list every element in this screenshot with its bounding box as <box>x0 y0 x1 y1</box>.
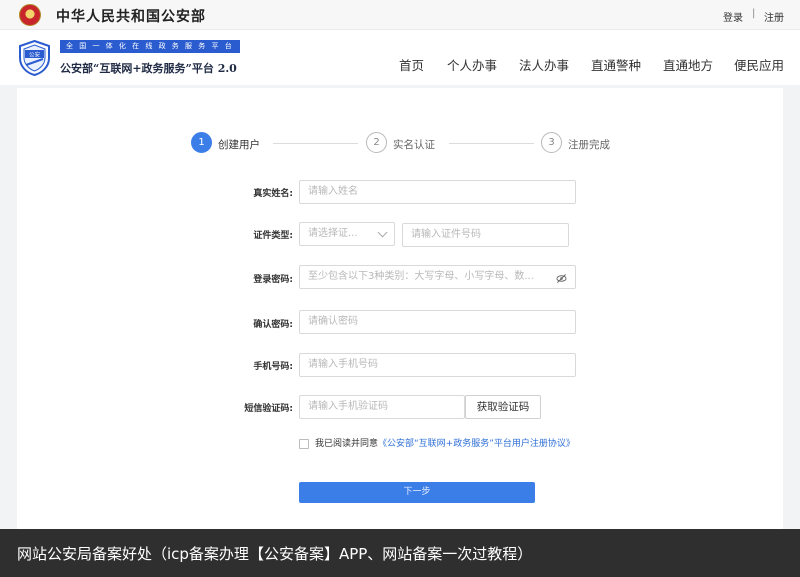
confirm-password-label: 确认密码: <box>253 320 293 330</box>
step-2-label: 实名认证 <box>393 139 435 151</box>
step-1-circle: 1 <box>191 132 212 153</box>
step-connector <box>449 143 534 144</box>
nav-item-local[interactable]: 直通地方 <box>663 55 713 74</box>
nav-item-police[interactable]: 直通警种 <box>591 55 641 74</box>
police-shield-icon[interactable]: 公安 <box>18 40 51 76</box>
caption-text: 网站公安局备案好处（icp备案办理【公安备案】APP、网站备案一次过教程） <box>17 545 533 563</box>
logo-text: 公安 <box>29 51 41 59</box>
nav-item-home[interactable]: 首页 <box>399 55 424 74</box>
id-number-input[interactable]: 请输入证件号码 <box>402 223 569 247</box>
sms-code-label: 短信验证码: <box>244 404 293 414</box>
step-3-circle: 3 <box>541 132 562 153</box>
password-input[interactable]: 至少包含以下3种类别：大写字母、小写字母、数... <box>299 265 576 289</box>
get-code-button[interactable]: 获取验证码 <box>465 395 541 419</box>
registration-card <box>17 88 783 529</box>
name-input[interactable]: 请输入姓名 <box>299 180 576 204</box>
confirm-password-input[interactable]: 请确认密码 <box>299 310 576 334</box>
name-label: 真实姓名: <box>253 189 293 199</box>
eye-off-icon[interactable] <box>556 273 567 284</box>
next-button[interactable]: 下一步 <box>299 482 535 503</box>
nav-item-personal[interactable]: 个人办事 <box>447 55 497 74</box>
separator: | <box>752 8 756 19</box>
register-link[interactable]: 注册 <box>764 9 784 24</box>
national-emblem-icon <box>19 4 41 26</box>
phone-input[interactable]: 请输入手机号码 <box>299 353 576 377</box>
agree-prefix: 我已阅读并同意 <box>315 439 379 449</box>
phone-label: 手机号码: <box>253 362 293 372</box>
step-1-label: 创建用户 <box>218 139 260 151</box>
sms-code-input[interactable]: 请输入手机验证码 <box>299 395 465 419</box>
nav-item-convenience[interactable]: 便民应用 <box>734 55 784 74</box>
password-label: 登录密码: <box>253 275 293 285</box>
ministry-name: 中华人民共和国公安部 <box>56 9 206 25</box>
agree-checkbox[interactable] <box>299 439 309 449</box>
step-3-label: 注册完成 <box>568 139 610 151</box>
step-connector <box>273 143 358 144</box>
platform-tagline: 全 国 一 体 化 在 线 政 务 服 务 平 台 <box>60 40 240 53</box>
id-type-label: 证件类型: <box>253 231 293 241</box>
nav-item-corporate[interactable]: 法人办事 <box>519 55 569 74</box>
login-link[interactable]: 登录 <box>723 9 743 24</box>
platform-name: 公安部“互联网+政务服务”平台 2.0 <box>60 62 237 75</box>
agreement-link[interactable]: 《公安部“互联网+政务服务”平台用户注册协议》 <box>378 439 575 449</box>
step-2-circle: 2 <box>366 132 387 153</box>
agreement-text: 我已阅读并同意《公安部“互联网+政务服务”平台用户注册协议》 <box>315 437 580 452</box>
